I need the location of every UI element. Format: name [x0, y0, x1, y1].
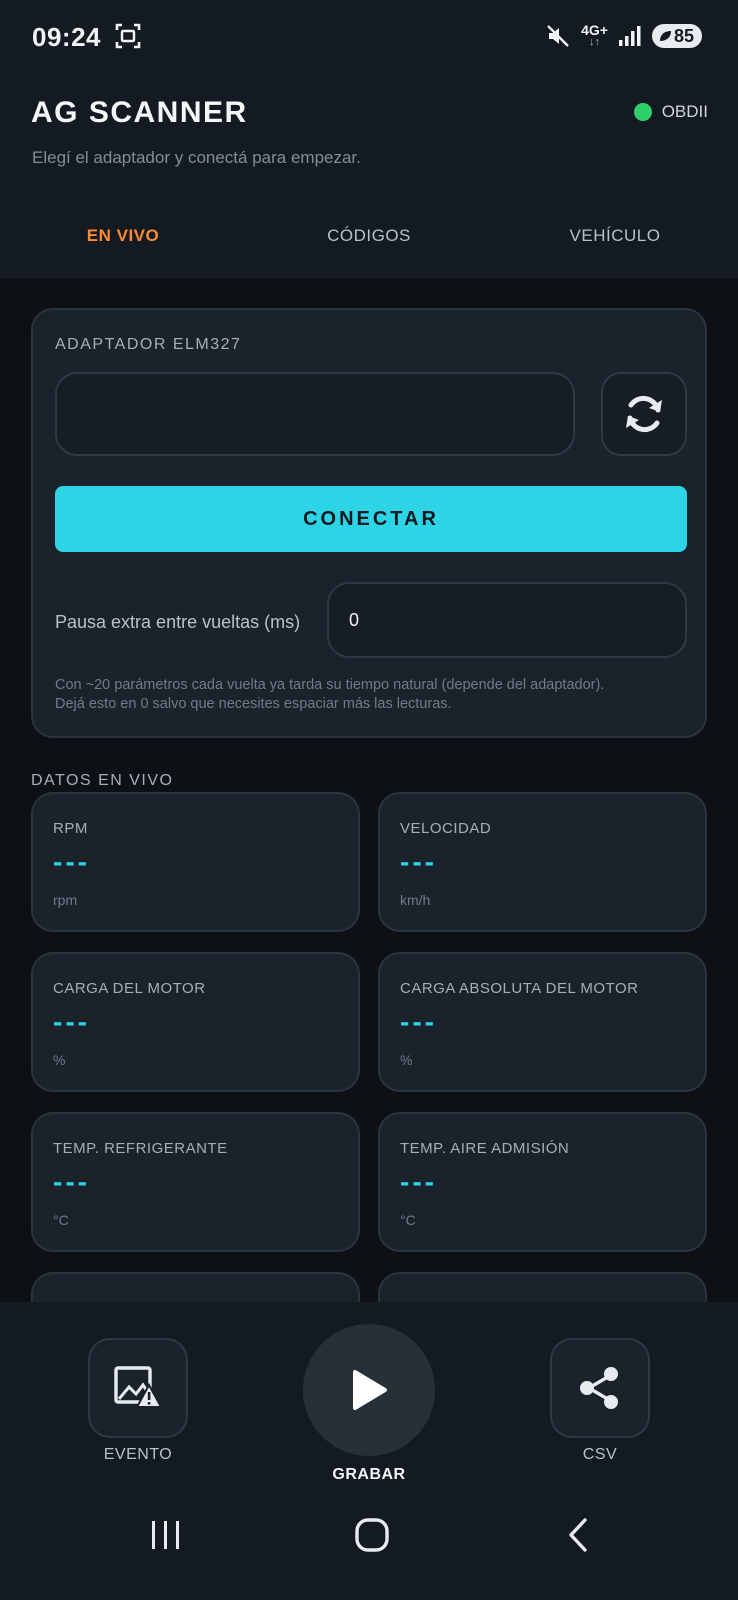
csv-share-button[interactable]: [550, 1338, 650, 1438]
connection-status: OBDII: [633, 102, 708, 122]
home-button[interactable]: [342, 1510, 402, 1560]
metric-name: CARGA DEL MOTOR: [53, 980, 206, 997]
metric-value: ---: [400, 846, 437, 877]
metric-card-temp-aire: TEMP. AIRE ADMISIÓN --- °C: [378, 1112, 707, 1252]
record-action: GRABAR: [303, 1324, 435, 1484]
tab-en-vivo[interactable]: EN VIVO: [0, 218, 246, 260]
connect-button[interactable]: CONECTAR: [55, 486, 687, 552]
status-bar: 09:24 4G+ ↓↑ 85: [0, 0, 738, 72]
recent-apps-icon: [152, 1521, 179, 1549]
event-button[interactable]: [88, 1338, 188, 1438]
tab-codigos[interactable]: CÓDIGOS: [246, 218, 492, 260]
pause-label: Pausa extra entre vueltas (ms): [55, 612, 301, 632]
bottom-action-bar: EVENTO GRABAR CSV: [0, 1302, 738, 1484]
mute-icon: [547, 25, 569, 47]
main-content[interactable]: ADAPTADOR ELM327 CONECTAR Pausa extra en…: [0, 278, 738, 1302]
metric-card-partial: [378, 1272, 707, 1302]
adapter-card: ADAPTADOR ELM327 CONECTAR Pausa extra en…: [31, 308, 707, 738]
metric-value: ---: [400, 1166, 437, 1197]
pause-help-text: Con ~20 parámetros cada vuelta ya tarda …: [55, 676, 695, 714]
status-right: 4G+ ↓↑ 85: [545, 20, 702, 52]
tab-vehiculo[interactable]: VEHÍCULO: [492, 218, 738, 260]
recent-apps-button[interactable]: [136, 1510, 196, 1560]
battery-level: 85: [673, 25, 694, 46]
play-icon: [353, 1370, 387, 1410]
metric-value: ---: [53, 1166, 90, 1197]
live-data-title: DATOS EN VIVO: [31, 772, 174, 789]
leaf-icon: [659, 31, 671, 41]
metric-card-temp-refrigerante: TEMP. REFRIGERANTE --- °C: [31, 1112, 360, 1252]
csv-label: CSV: [582, 1446, 618, 1463]
metric-card-carga-absoluta: CARGA ABSOLUTA DEL MOTOR --- %: [378, 952, 707, 1092]
pause-help-line-2: Dejá esto en 0 salvo que necesites espac…: [55, 696, 452, 712]
tab-bar: EN VIVO CÓDIGOS VEHÍCULO: [0, 218, 738, 260]
adapter-select[interactable]: [55, 372, 575, 456]
connection-dot-icon: [633, 103, 652, 121]
image-warning-icon: [114, 1366, 163, 1408]
event-label: EVENTO: [103, 1446, 173, 1463]
metric-unit: %: [400, 1052, 413, 1068]
back-icon: [569, 1518, 587, 1552]
signal-icon: [618, 26, 641, 46]
back-button[interactable]: [548, 1510, 608, 1560]
metric-unit: %: [53, 1052, 66, 1068]
refresh-button[interactable]: [601, 372, 687, 456]
metric-name: VELOCIDAD: [400, 820, 492, 837]
status-time: 09:24: [32, 22, 101, 52]
pause-input[interactable]: 0: [327, 582, 687, 658]
metric-value: ---: [400, 1006, 437, 1037]
metric-name: CARGA ABSOLUTA DEL MOTOR: [400, 980, 639, 997]
battery-icon: 85: [651, 24, 702, 48]
share-icon: [580, 1367, 618, 1409]
metric-unit: °C: [53, 1212, 69, 1228]
network-indicator: 4G+ ↓↑: [581, 22, 608, 48]
metric-card-partial: [31, 1272, 360, 1302]
adapter-card-title: ADAPTADOR ELM327: [55, 336, 242, 353]
metric-name: TEMP. AIRE ADMISIÓN: [400, 1140, 570, 1157]
metric-unit: rpm: [53, 892, 78, 908]
system-nav-bar: [0, 1482, 738, 1600]
app-title: AG SCANNER: [31, 96, 248, 129]
metric-card-velocidad: VELOCIDAD --- km/h: [378, 792, 707, 932]
csv-action: CSV: [550, 1338, 650, 1464]
metric-card-carga-motor: CARGA DEL MOTOR --- %: [31, 952, 360, 1092]
event-action: EVENTO: [88, 1338, 188, 1464]
metric-card-rpm: RPM --- rpm: [31, 792, 360, 932]
metric-unit: km/h: [400, 892, 431, 908]
metric-name: TEMP. REFRIGERANTE: [53, 1140, 228, 1157]
metric-unit: °C: [400, 1212, 416, 1228]
connection-label: OBDII: [661, 102, 708, 121]
metric-value: ---: [53, 846, 90, 877]
app-header: AG SCANNER OBDII Elegí el adaptador y co…: [0, 72, 738, 278]
screenshot-icon: [115, 23, 141, 49]
pause-help-line-1: Con ~20 parámetros cada vuelta ya tarda …: [55, 677, 605, 693]
page-subtitle: Elegí el adaptador y conectá para empeza…: [32, 148, 361, 167]
metric-name: RPM: [53, 820, 88, 837]
home-icon: [355, 1518, 389, 1552]
refresh-icon: [626, 395, 662, 433]
metric-value: ---: [53, 1006, 90, 1037]
record-button[interactable]: [303, 1324, 435, 1456]
